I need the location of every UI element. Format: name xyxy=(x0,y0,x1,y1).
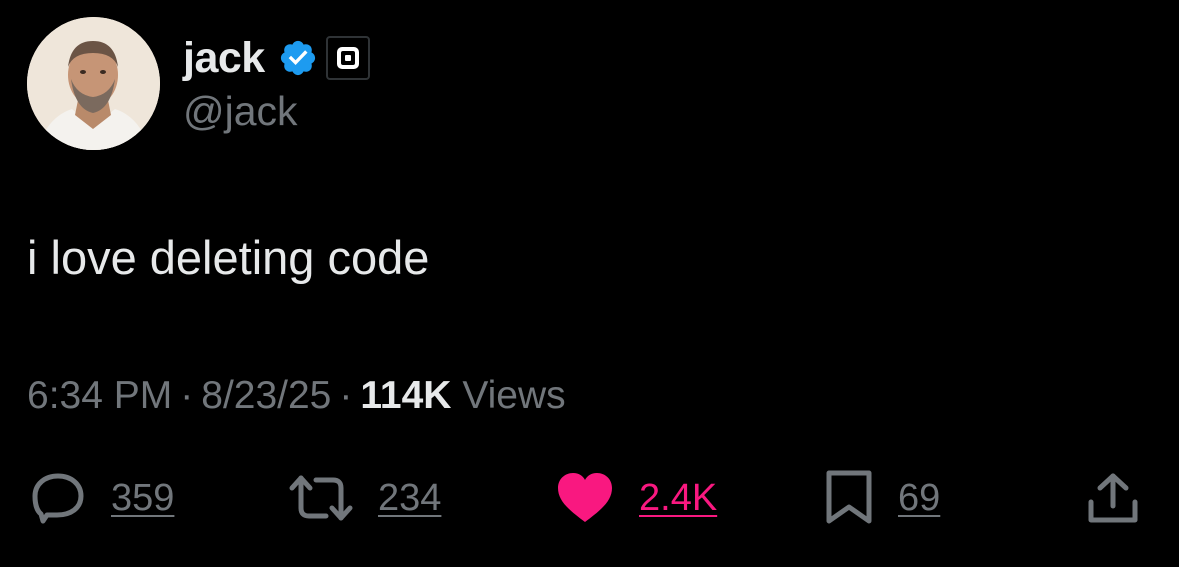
meta-separator: · xyxy=(180,374,194,417)
tweet-meta: 6:34 PM · 8/23/25 · 114K Views xyxy=(27,370,566,422)
affiliate-badge-icon[interactable] xyxy=(325,36,370,80)
share-button[interactable] xyxy=(1086,470,1140,526)
repost-button[interactable]: 234 xyxy=(288,470,441,526)
heart-icon xyxy=(558,473,612,522)
views-label: Views xyxy=(462,374,566,417)
meta-separator: · xyxy=(339,374,353,417)
views-count[interactable]: 114K xyxy=(360,374,451,417)
bookmark-count: 69 xyxy=(898,477,941,519)
display-name[interactable]: jack xyxy=(183,28,265,88)
bookmark-icon xyxy=(826,470,872,524)
like-button[interactable]: 2.4K xyxy=(555,470,717,526)
share-icon xyxy=(1088,473,1138,523)
tweet-text: i love deleting code xyxy=(27,231,430,284)
avatar-image xyxy=(27,17,160,150)
user-handle[interactable]: @jack xyxy=(183,85,298,137)
like-count: 2.4K xyxy=(639,477,718,519)
tweet-time[interactable]: 6:34 PM xyxy=(27,374,172,417)
avatar[interactable] xyxy=(27,17,160,150)
repost-count: 234 xyxy=(378,477,442,519)
reply-count: 359 xyxy=(111,477,175,519)
reply-icon xyxy=(32,473,84,524)
author-name-row: jack xyxy=(183,28,370,88)
repost-icon xyxy=(289,475,353,521)
bookmark-button[interactable]: 69 xyxy=(824,470,940,526)
reply-button[interactable]: 359 xyxy=(27,470,174,526)
tweet-date[interactable]: 8/23/25 xyxy=(201,374,331,417)
verified-badge-icon[interactable] xyxy=(278,38,318,78)
